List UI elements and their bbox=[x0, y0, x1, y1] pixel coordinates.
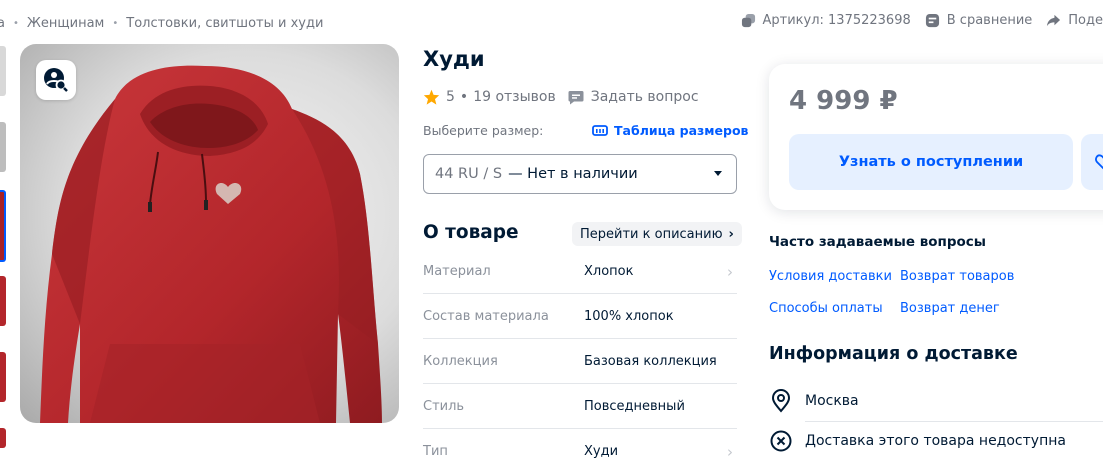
property-row: Состав материала 100% хлопок bbox=[423, 294, 737, 339]
thumbnail-strip bbox=[0, 46, 8, 474]
copy-icon bbox=[741, 13, 755, 28]
hoodie-image bbox=[40, 65, 382, 423]
ask-question-label: Задать вопрос bbox=[590, 89, 699, 105]
breadcrumb: а • Женщинам • Толстовки, свитшоты и худ… bbox=[0, 14, 323, 32]
property-value: Базовая коллекция bbox=[584, 353, 717, 369]
property-key: Тип bbox=[423, 444, 448, 459]
faq-link-refund[interactable]: Возврат денег bbox=[900, 301, 1000, 316]
star-icon bbox=[423, 89, 440, 105]
size-label: Выберите размер: bbox=[423, 123, 544, 138]
share-button[interactable]: Поде bbox=[1046, 13, 1103, 28]
property-row[interactable]: Материал Хлопок › bbox=[423, 249, 737, 294]
chevron-down-icon bbox=[714, 171, 722, 176]
thumbnail[interactable] bbox=[0, 352, 6, 402]
article-label: Артикул: 1375223698 bbox=[762, 13, 911, 28]
ruler-icon bbox=[592, 125, 608, 136]
faq-title: Часто задаваемые вопросы bbox=[769, 234, 986, 250]
breadcrumb-item-partial[interactable]: а bbox=[0, 16, 5, 31]
thumbnail[interactable] bbox=[0, 122, 6, 172]
selected-size: 44 RU / S bbox=[435, 166, 503, 182]
product-photo[interactable] bbox=[20, 44, 399, 423]
property-key: Стиль bbox=[423, 398, 465, 414]
chevron-right-icon: › bbox=[727, 443, 733, 461]
breadcrumb-separator: • bbox=[12, 17, 19, 29]
property-value: 100% хлопок bbox=[584, 308, 674, 324]
rating-row: 5 • 19 отзывов Задать вопрос bbox=[423, 89, 699, 105]
property-value: Повседневный bbox=[584, 398, 685, 414]
thumbnail[interactable] bbox=[0, 276, 6, 326]
property-row[interactable]: Тип Худи › bbox=[423, 429, 737, 474]
selected-size-status: — Нет в наличии bbox=[508, 166, 638, 182]
size-table-link[interactable]: Таблица размеров bbox=[592, 123, 748, 138]
faq-link-delivery-terms[interactable]: Условия доставки bbox=[769, 269, 892, 284]
breadcrumb-separator: • bbox=[112, 17, 119, 29]
notify-button[interactable]: Узнать о поступлении bbox=[789, 134, 1073, 190]
ask-question-button[interactable]: Задать вопрос bbox=[568, 89, 699, 105]
image-search-icon bbox=[44, 68, 68, 92]
property-key: Коллекция bbox=[423, 353, 498, 369]
chat-icon bbox=[568, 90, 584, 104]
chevron-right-icon: › bbox=[728, 226, 734, 242]
thumbnail-active[interactable] bbox=[0, 190, 6, 262]
delivery-unavailable-text: Доставка этого товара недоступна bbox=[805, 433, 1066, 449]
location-pin-icon bbox=[771, 389, 791, 413]
favorite-button[interactable] bbox=[1081, 134, 1103, 190]
reviews-link[interactable]: 19 отзывов bbox=[473, 89, 556, 105]
property-value: Худи bbox=[584, 444, 619, 459]
about-title: О товаре bbox=[423, 222, 519, 243]
properties-list: Материал Хлопок › Состав материала 100% … bbox=[423, 249, 737, 474]
cross-circle-icon bbox=[770, 430, 792, 452]
goto-description-button[interactable]: Перейти к описанию › bbox=[572, 222, 742, 246]
share-icon bbox=[1047, 14, 1061, 27]
property-key: Состав материала bbox=[423, 308, 549, 324]
rating-value[interactable]: 5 bbox=[446, 89, 455, 105]
rating-separator: • bbox=[459, 89, 469, 105]
delivery-unavailable-row: Доставка этого товара недоступна bbox=[769, 429, 1066, 453]
delivery-city: Москва bbox=[805, 393, 859, 409]
article-number[interactable]: Артикул: 1375223698 bbox=[741, 13, 911, 28]
thumbnail[interactable] bbox=[0, 428, 6, 448]
size-select[interactable]: 44 RU / S — Нет в наличии bbox=[423, 154, 737, 194]
faq-link-returns[interactable]: Возврат товаров bbox=[900, 269, 1014, 284]
property-key: Материал bbox=[423, 263, 491, 279]
faq-link-payment-methods[interactable]: Способы оплаты bbox=[769, 301, 883, 316]
size-table-label: Таблица размеров bbox=[614, 123, 749, 138]
compare-button[interactable]: В сравнение bbox=[925, 13, 1033, 28]
property-row: Коллекция Базовая коллекция bbox=[423, 339, 737, 384]
thumbnail[interactable] bbox=[0, 46, 6, 96]
chevron-right-icon: › bbox=[727, 263, 733, 281]
top-actions: Артикул: 1375223698 В сравнение Поде bbox=[727, 13, 1103, 28]
image-search-button[interactable] bbox=[36, 60, 76, 100]
compare-label: В сравнение bbox=[946, 13, 1033, 28]
product-title: Худи bbox=[423, 47, 485, 71]
price: 4 999 ₽ bbox=[789, 86, 898, 116]
property-value: Хлопок bbox=[584, 263, 634, 279]
compare-icon bbox=[925, 13, 939, 28]
divider bbox=[805, 421, 1103, 422]
share-label: Поде bbox=[1068, 13, 1103, 28]
delivery-city-row[interactable]: Москва bbox=[769, 389, 859, 413]
price-card: 4 999 ₽ Узнать о поступлении bbox=[769, 64, 1103, 210]
delivery-title: Информация о доставке bbox=[769, 344, 1018, 364]
property-row: Стиль Повседневный bbox=[423, 384, 737, 429]
goto-description-label: Перейти к описанию bbox=[580, 226, 723, 242]
breadcrumb-item-women[interactable]: Женщинам bbox=[27, 16, 104, 31]
breadcrumb-item-hoodies[interactable]: Толстовки, свитшоты и худи bbox=[126, 16, 323, 31]
heart-icon bbox=[1095, 154, 1103, 170]
